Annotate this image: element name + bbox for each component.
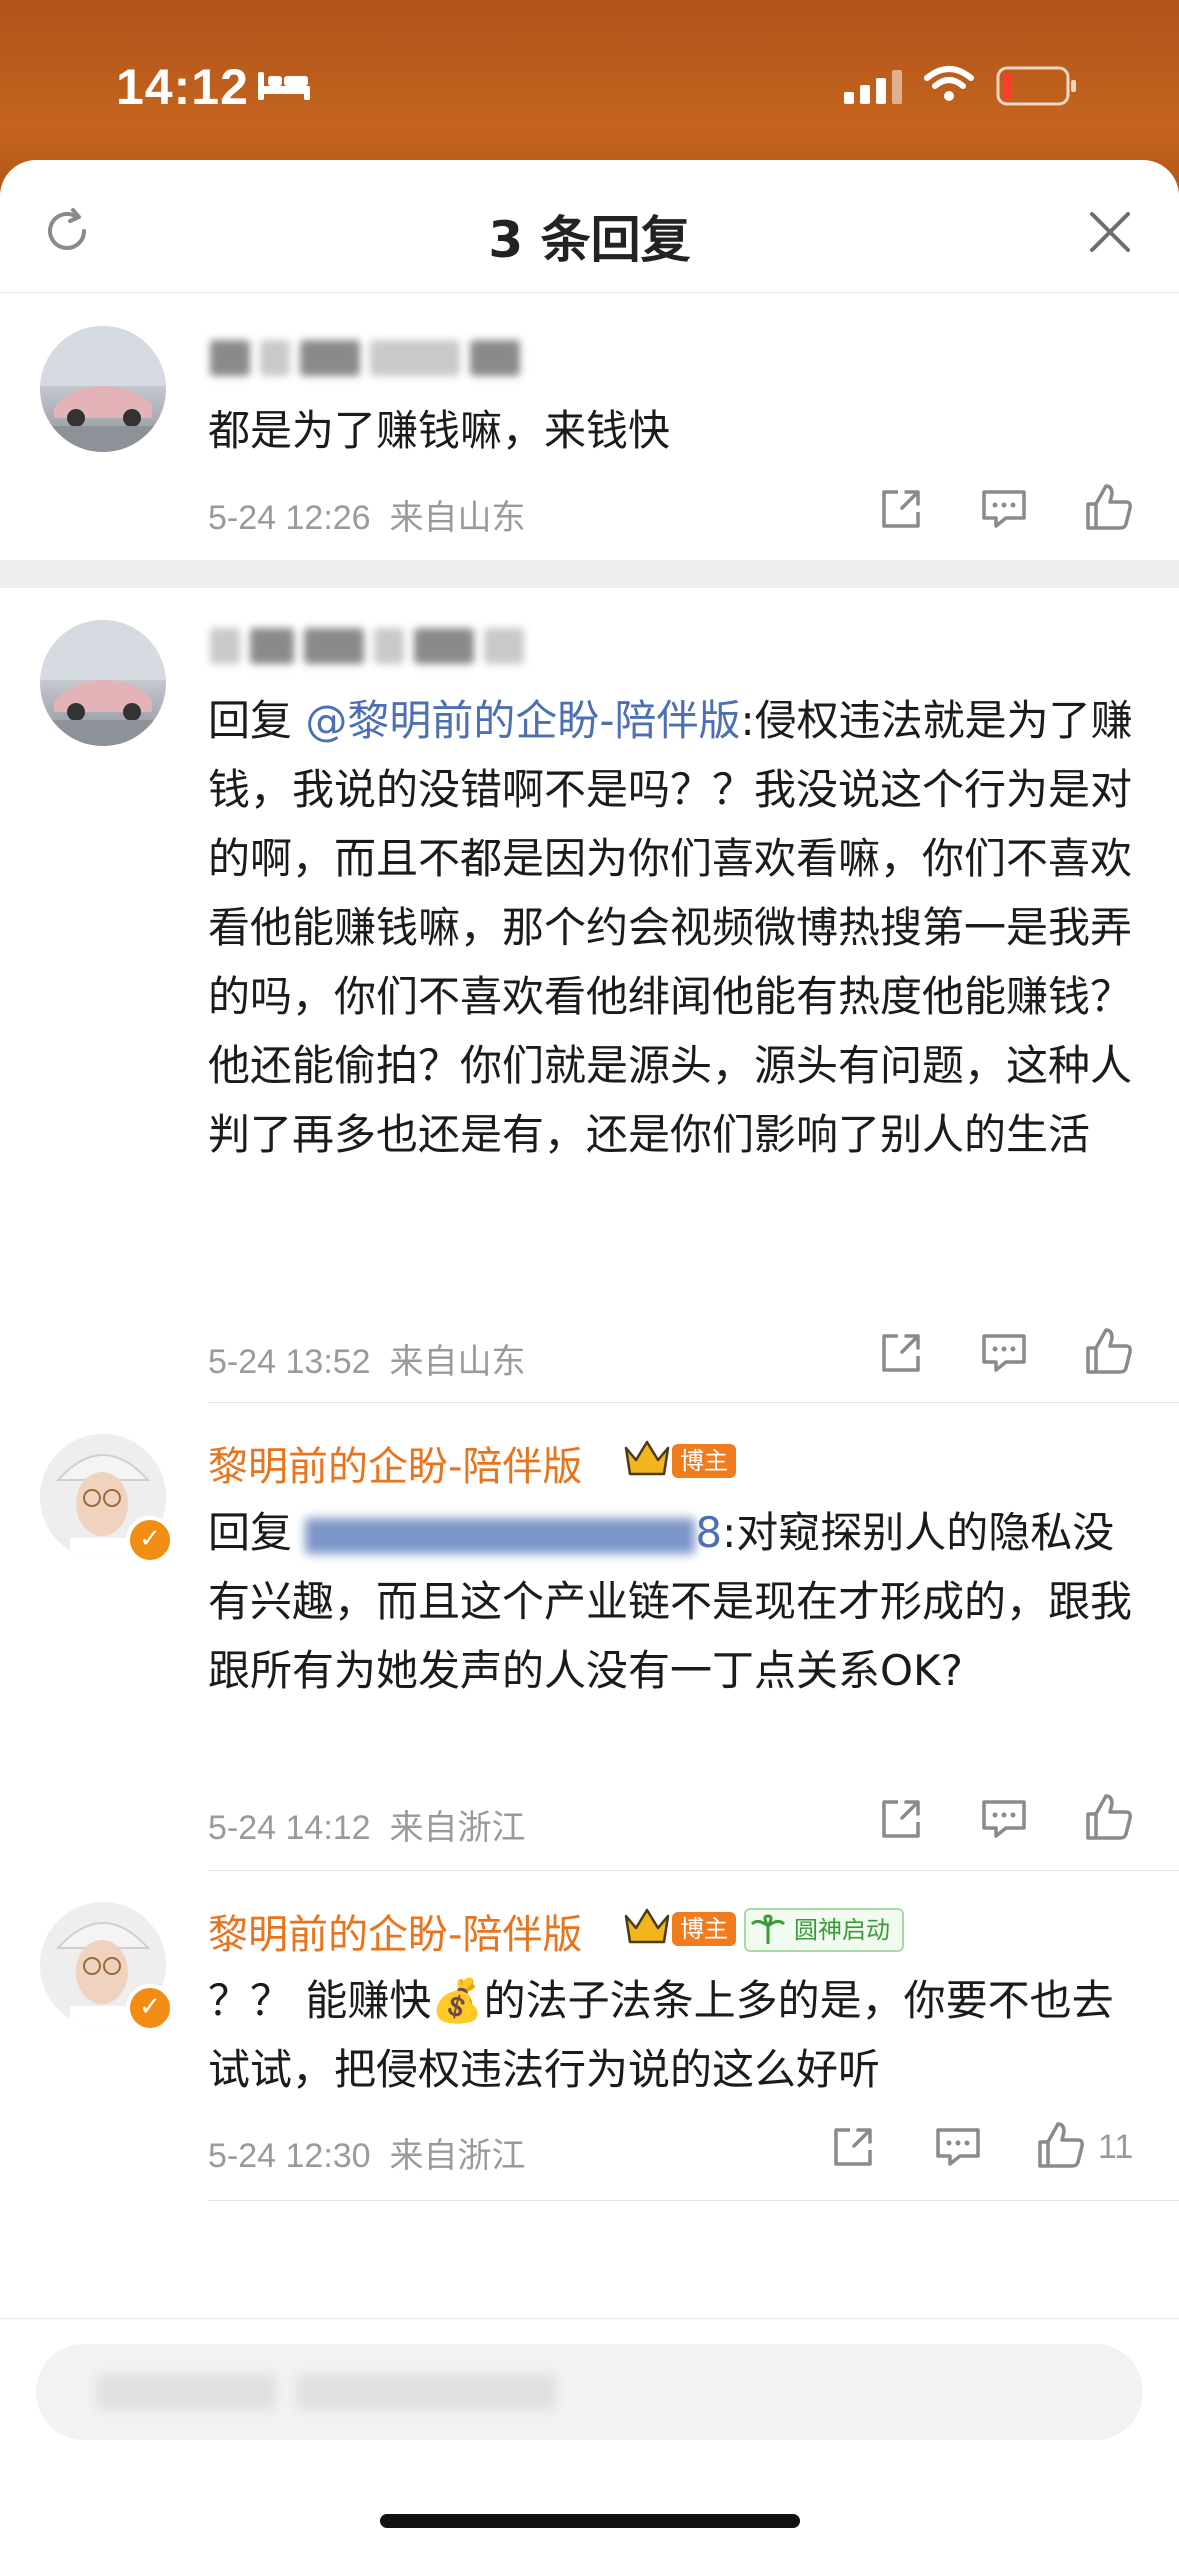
close-icon[interactable] bbox=[1088, 210, 1132, 254]
like-icon[interactable] bbox=[1084, 1792, 1134, 1842]
comment-icon[interactable] bbox=[934, 2124, 982, 2170]
blogger-badge: 博主 bbox=[672, 1444, 736, 1478]
mention-link[interactable]: 8 bbox=[305, 1508, 722, 1557]
comment-body: :侵权违法就是为了赚钱，我说的没错啊不是吗？？我没说这个行为是对的啊，而且不都是… bbox=[208, 696, 1133, 1159]
share-icon[interactable] bbox=[830, 2124, 876, 2170]
comment-body-a: ？？ 能赚快 bbox=[208, 1976, 432, 2025]
reply-prefix: 回复 bbox=[208, 1508, 306, 1557]
comment-time: 5-24 12:30 bbox=[208, 2137, 371, 2175]
mention-link[interactable]: @黎明前的企盼-陪伴版 bbox=[305, 696, 740, 745]
cellular-signal-icon bbox=[844, 70, 902, 104]
username[interactable]: 黎明前的企盼-陪伴版 bbox=[208, 1434, 582, 1492]
share-icon[interactable] bbox=[878, 1330, 924, 1376]
comment-meta: 5-24 14:12 来自浙江 bbox=[208, 1800, 526, 1849]
battery-low-icon bbox=[996, 66, 1076, 106]
section-separator bbox=[0, 560, 1179, 588]
game-fan-badge: 圆神启动 bbox=[744, 1908, 904, 1952]
like-icon[interactable] bbox=[1084, 1326, 1134, 1376]
sheet-header: 3 条回复 bbox=[0, 160, 1179, 293]
verified-badge-icon: ✓ bbox=[126, 1516, 174, 1564]
like-icon[interactable] bbox=[1036, 2120, 1086, 2170]
username[interactable]: 黎明前的企盼-陪伴版 bbox=[208, 1902, 582, 1960]
comment-divider bbox=[208, 1402, 1179, 1403]
home-indicator[interactable] bbox=[380, 2514, 800, 2528]
comment-time: 5-24 12:26 bbox=[208, 499, 371, 537]
crown-icon bbox=[624, 1908, 670, 1944]
car-photo-icon bbox=[40, 620, 166, 746]
comment-location: 来自浙江 bbox=[389, 1809, 526, 1847]
page-title: 3 条回复 bbox=[488, 211, 691, 269]
username-redacted[interactable] bbox=[210, 340, 530, 376]
comment-text: 都是为了赚钱嘛，来钱快 bbox=[208, 406, 671, 455]
wifi-icon bbox=[924, 66, 974, 101]
share-icon[interactable] bbox=[878, 1796, 924, 1842]
crown-icon bbox=[624, 1440, 670, 1476]
palm-tree-icon bbox=[750, 1914, 786, 1944]
comment-time: 5-24 14:12 bbox=[208, 1809, 371, 1847]
mention-tail: 8 bbox=[695, 1508, 723, 1557]
share-icon[interactable] bbox=[878, 486, 924, 532]
reply-prefix: 回复 bbox=[208, 696, 306, 745]
comment-location: 来自浙江 bbox=[389, 2137, 526, 2175]
comment-divider bbox=[208, 1870, 1179, 1871]
like-icon[interactable] bbox=[1084, 482, 1134, 532]
comment-location: 来自山东 bbox=[389, 1343, 526, 1381]
comment-time: 5-24 13:52 bbox=[208, 1343, 371, 1381]
comment-text: 回复 8:对窥探别人的隐私没有兴趣，而且这个产业链不是现在才形成的，跟我跟所有为… bbox=[208, 1498, 1138, 1705]
status-time: 14:12 bbox=[116, 59, 249, 115]
comment-text: ？？ 能赚快💰的法子法条上多的是，你要不也去试试，把侵权违法行为说的这么好听 bbox=[208, 1966, 1138, 2104]
reply-input[interactable] bbox=[36, 2344, 1143, 2440]
sleep-mode-icon bbox=[258, 72, 310, 100]
comment-icon[interactable] bbox=[980, 1330, 1028, 1376]
verified-badge-icon: ✓ bbox=[126, 1984, 174, 2032]
blogger-badge: 博主 bbox=[672, 1912, 736, 1946]
comment-meta: 5-24 13:52 来自山东 bbox=[208, 1334, 526, 1383]
username-redacted[interactable] bbox=[210, 628, 534, 664]
like-count: 11 bbox=[1098, 2128, 1134, 2166]
comment-divider bbox=[208, 2200, 1179, 2201]
avatar[interactable] bbox=[40, 326, 166, 452]
comment-meta: 5-24 12:30 来自浙江 bbox=[208, 2128, 526, 2177]
comment-icon[interactable] bbox=[980, 1796, 1028, 1842]
comment-icon[interactable] bbox=[980, 486, 1028, 532]
avatar[interactable] bbox=[40, 620, 166, 746]
comment-meta: 5-24 12:26 来自山东 bbox=[208, 490, 526, 539]
comment-location: 来自山东 bbox=[389, 499, 526, 537]
comment-text: 回复 @黎明前的企盼-陪伴版:侵权违法就是为了赚钱，我说的没错啊不是吗？？我没说… bbox=[208, 686, 1138, 1169]
car-photo-icon bbox=[40, 326, 166, 452]
money-bag-icon: 💰 bbox=[431, 1976, 484, 2025]
input-divider bbox=[0, 2318, 1179, 2319]
game-fan-label: 圆神启动 bbox=[794, 1916, 890, 1944]
